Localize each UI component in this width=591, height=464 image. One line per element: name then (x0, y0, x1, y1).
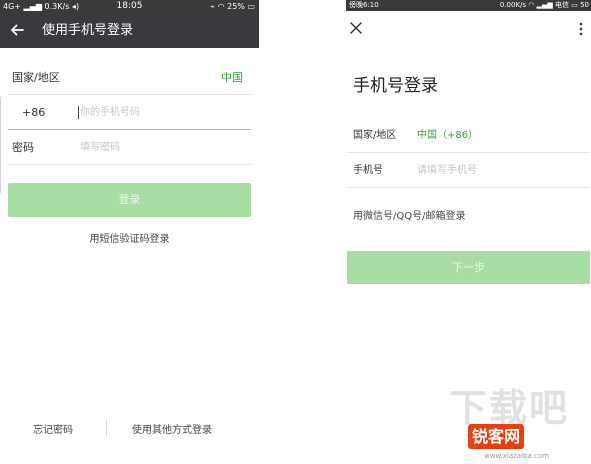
country-region-row[interactable]: 国家/地区 中国（+86） (347, 118, 590, 153)
password-row[interactable]: 密码 填写密码 (8, 130, 251, 165)
bottom-links: 忘记密码 使用其他方式登录 (0, 419, 259, 439)
text-caret (78, 106, 79, 119)
phone-label: 手机号 (353, 165, 383, 176)
country-region-row[interactable]: 国家/地区 中国 (8, 60, 251, 95)
country-label: 国家/地区 (353, 130, 397, 141)
watermark-badge: 锐客网 (468, 424, 525, 449)
page-title: 手机号登录 (353, 76, 438, 96)
login-button[interactable]: 登录 (8, 183, 251, 217)
phone-number-row[interactable]: 手机号 请填写手机号 (347, 153, 590, 188)
forgot-password-link[interactable]: 忘记密码 (33, 421, 73, 436)
sms-login-link[interactable]: 用短信验证码登录 (0, 230, 259, 245)
next-button[interactable]: 下一步 (347, 251, 590, 284)
other-login-methods-link[interactable]: 使用其他方式登录 (132, 421, 212, 436)
top-bar: 使用手机号登录 (0, 13, 259, 48)
close-icon[interactable] (349, 21, 363, 35)
status-battery: ⌁ ◠ 25% ▭ (210, 2, 255, 11)
status-bar: 傍晚6:10 0.00K/s ◠ ▂▄▆ 电信 ▭ 50 (346, 0, 591, 11)
watermark-url: www.xiazaiba.com (484, 452, 549, 460)
scroll-edge-indicator (0, 95, 4, 195)
country-code: +86 (22, 106, 46, 119)
back-arrow-icon[interactable] (9, 22, 25, 38)
status-time: 傍晚6:10 (349, 1, 379, 9)
status-bar: 4G+ ▂▄▆ 0.3K/s ◂) 18:05 ⌁ ◠ 25% ▭ (0, 0, 259, 13)
divider (106, 419, 107, 437)
alt-account-login-link[interactable]: 用微信号/QQ号/邮箱登录 (353, 207, 465, 222)
password-label: 密码 (12, 141, 34, 154)
country-label: 国家/地区 (12, 71, 60, 84)
password-input[interactable]: 填写密码 (80, 130, 120, 165)
phone-number-input[interactable]: 你的手机号码 (80, 95, 140, 130)
left-login-screen: 4G+ ▂▄▆ 0.3K/s ◂) 18:05 ⌁ ◠ 25% ▭ 使用手机号登… (0, 0, 259, 464)
phone-number-input[interactable]: 请填写手机号 (417, 153, 477, 188)
country-value: 中国（+86） (417, 130, 479, 141)
status-info: 0.00K/s ◠ ▂▄▆ 电信 ▭ 50 (499, 1, 589, 9)
page-title: 使用手机号登录 (42, 23, 134, 38)
country-value: 中国 (221, 71, 243, 84)
site-watermark: 下载吧 锐客网 www.xiazaiba.com (430, 386, 591, 464)
more-options-icon[interactable] (578, 22, 584, 36)
phone-number-row[interactable]: +86 你的手机号码 (8, 95, 251, 130)
